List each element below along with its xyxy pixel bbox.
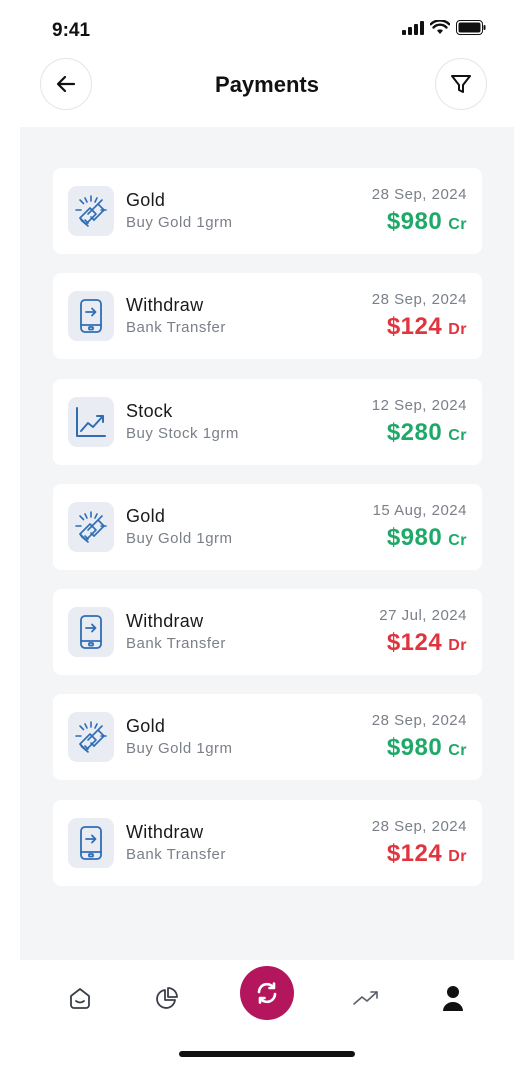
phone-transfer-icon [80,299,102,334]
transaction-amount: $124 Dr [387,840,467,868]
transaction-amount: $980 Cr [387,208,467,236]
tab-analytics[interactable] [145,976,189,1020]
status-icons [402,20,486,35]
transaction-icon-box [68,607,114,658]
transaction-amount: $980 Cr [387,524,467,552]
wifi-icon [430,20,450,34]
transaction-description: Buy Gold 1grm [126,740,233,758]
transaction-name: Withdraw [126,295,204,316]
header: 9:41 Payments [20,0,514,127]
tab-profile[interactable] [431,976,475,1020]
transaction-description: Buy Gold 1grm [126,529,233,547]
transaction-list: Gold Buy Gold 1grm 28 Sep, 2024 $980 Cr Withd… [53,168,482,905]
transaction-date: 12 Sep, 2024 [371,396,467,414]
transaction-icon-box [68,817,114,868]
amount-value: $980 [386,208,443,235]
refresh-icon [257,982,277,1004]
transaction-description: Bank Transfer [126,845,226,863]
transaction-card[interactable]: Stock Buy Stock 1grm 12 Sep, 2024 $280 Cr [53,378,482,465]
transaction-card[interactable]: Withdraw Bank Transfer 27 Jul, 2024 $124 Dr [53,589,482,676]
transaction-card[interactable]: Gold Buy Gold 1grm 28 Sep, 2024 $980 Cr [53,694,482,781]
transaction-name: Withdraw [126,611,204,632]
transaction-icon-box [68,186,114,236]
transaction-name: Gold [126,190,166,210]
amount-type: Dr [448,321,467,339]
profile-icon [443,986,463,1011]
transaction-card[interactable]: Withdraw Bank Transfer 28 Sep, 2024 $124 Dr [53,273,482,360]
status-time: 9:41 [52,20,91,41]
transaction-description: Buy Stock 1grm [126,424,239,442]
phone-transfer-icon [80,615,102,650]
transaction-amount: $280 Cr [387,419,467,447]
amount-value: $280 [386,418,443,446]
transaction-card[interactable]: Withdraw Bank Transfer 28 Sep, 2024 $124 Dr [53,799,482,886]
transaction-name: Stock [126,400,173,421]
gold-icon [75,721,107,754]
home-indicator [179,1051,355,1057]
amount-value: $980 [386,523,443,551]
transaction-icon-box [68,712,114,763]
transaction-name: Gold [126,716,166,737]
transaction-name: Withdraw [126,821,204,842]
transaction-date: 28 Sep, 2024 [371,291,467,309]
amount-type: Cr [448,216,467,233]
amount-value: $124 [386,629,443,657]
amount-type: Cr [448,426,467,444]
phone-screen: 9:41 Payments Gold Buy Gold 1grm 28 Sep,… [20,0,514,1070]
transaction-description: Buy Gold 1grm [126,214,233,231]
chart-up-icon [76,406,106,437]
trend-icon [353,991,378,1005]
tab-transactions[interactable] [240,966,294,1020]
transaction-description: Bank Transfer [126,319,226,337]
transaction-date: 27 Jul, 2024 [379,607,467,625]
amount-type: Dr [448,637,467,655]
amount-type: Dr [448,847,467,865]
phone-transfer-icon [80,825,102,860]
transaction-amount: $124 Dr [387,313,467,341]
transaction-date: 28 Sep, 2024 [371,186,467,203]
transaction-card[interactable]: Gold Buy Gold 1grm 15 Aug, 2024 $980 Cr [53,483,482,570]
pie-chart-icon [156,987,178,1009]
signal-icon [402,20,424,35]
transaction-amount: $124 Dr [387,629,467,657]
filter-icon [451,75,471,93]
battery-icon [456,20,486,35]
gold-icon [75,195,107,227]
tab-bar [20,960,514,1070]
amount-value: $124 [386,839,443,867]
amount-value: $980 [386,734,443,762]
home-icon [70,988,90,1009]
tab-trends[interactable] [344,976,388,1020]
transaction-date: 28 Sep, 2024 [371,712,467,730]
tab-home[interactable] [58,976,102,1020]
transaction-icon-box [68,396,114,447]
transaction-date: 28 Sep, 2024 [371,817,467,835]
amount-type: Cr [448,531,467,549]
amount-value: $124 [386,313,443,341]
transaction-description: Bank Transfer [126,635,226,653]
transaction-name: Gold [126,505,166,526]
transaction-icon-box [68,291,114,342]
transaction-card[interactable]: Gold Buy Gold 1grm 28 Sep, 2024 $980 Cr [53,168,482,254]
transaction-date: 15 Aug, 2024 [372,501,467,519]
transaction-amount: $980 Cr [387,734,467,762]
gold-icon [75,511,107,543]
filter-button[interactable] [435,58,487,110]
transaction-icon-box [68,501,114,552]
amount-type: Cr [448,742,467,760]
